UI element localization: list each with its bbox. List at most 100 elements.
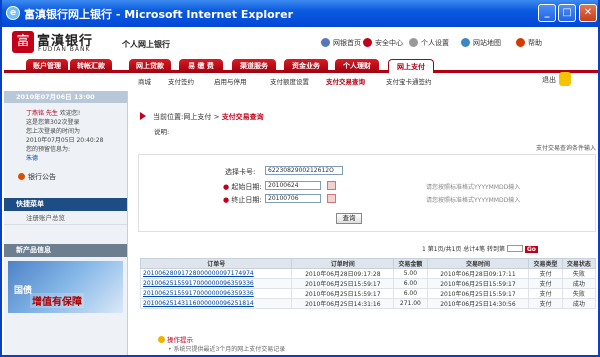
breadcrumb: 当前位置:网上支付 > 支付交易查询: [140, 112, 264, 122]
tab-online-payment[interactable]: 网上支付: [388, 59, 434, 73]
note-label: 说明:: [154, 128, 170, 136]
link-home[interactable]: 网银首页: [321, 38, 361, 48]
subnav-mall[interactable]: 商城: [138, 76, 151, 88]
pager: 1 第1页/共1页 总计4笔 转到第 Go: [422, 245, 538, 253]
cell: 2010年06月25日15:59:17: [291, 288, 395, 299]
bank-notice[interactable]: 银行公告: [4, 171, 127, 183]
tip-text: • 系统只提供最近3个月的网上支付交易记录: [168, 346, 286, 353]
tab-funds[interactable]: 资金业务: [284, 59, 328, 73]
speaker-icon: [18, 173, 25, 180]
cell: 支付: [528, 288, 563, 299]
promo-line2: 增值有保障: [30, 293, 84, 308]
cell: 支付: [528, 268, 563, 279]
maximize-button[interactable]: □: [558, 4, 576, 22]
cell: 5.00: [393, 268, 428, 279]
bank-logo-icon: 富: [12, 31, 34, 53]
tab-finance[interactable]: 个人理财: [335, 59, 379, 73]
user-info: 丁燕铭 先生 欢迎您! 这是您第302次登录 您上次登录的时间为 2010年07…: [4, 103, 127, 163]
close-button[interactable]: ✕: [579, 4, 597, 22]
cell: 2010年06月28日09:17:11: [426, 268, 530, 279]
page-title: 支付交易查询: [221, 113, 264, 121]
start-date-hint: 请您按照标准格式YYYYMMDD输入: [426, 184, 521, 191]
cell: 6.00: [393, 288, 428, 299]
link-help[interactable]: 帮助: [516, 38, 542, 48]
table-row: 20100625155917000000096359336 2010年06月25日…: [139, 278, 597, 289]
last-login-label: 您上次登录的时间为: [26, 128, 81, 135]
main-content: 当前位置:网上支付 > 支付交易查询 说明: 支付交易查询条件输入 选择卡号: …: [132, 91, 598, 355]
page-input[interactable]: [506, 245, 523, 252]
cell: 支付: [528, 298, 563, 309]
tab-channel[interactable]: 渠道服务: [232, 59, 276, 73]
tab-account[interactable]: 账户管理: [26, 59, 68, 73]
subnav-query[interactable]: 支付交易查询: [326, 76, 365, 88]
order-id-link[interactable]: 20100625155917000000096359336: [139, 288, 293, 299]
table-row: 20100625143116000000096251814 2010年06月25日…: [139, 298, 597, 309]
subnav-enable[interactable]: 启用与停用: [214, 76, 247, 88]
home-icon: [321, 38, 330, 47]
site-subtitle: 个人网上银行: [122, 40, 170, 49]
link-security[interactable]: 安全中心: [363, 38, 403, 48]
cell: 成功: [561, 278, 597, 289]
logout-icon[interactable]: [559, 72, 571, 86]
window-title: 富滇银行网上银行 - Microsoft Internet Explorer: [24, 8, 293, 21]
link-settings[interactable]: 个人设置: [409, 38, 449, 48]
quick-menu-title: 快捷菜单: [4, 198, 127, 211]
start-date-input[interactable]: 20100624: [265, 181, 321, 190]
col-order-time: 订单时间: [291, 258, 395, 269]
end-date-label: ● 终止日期:: [223, 196, 262, 204]
query-form: 选择卡号: 6223082900212612O ● 起始日期: 20100624…: [138, 154, 596, 232]
user-name: 丁燕铭 先生: [26, 110, 58, 117]
cell: 2010年06月25日14:31:16: [291, 298, 395, 309]
subnav-sign[interactable]: 支付签约: [168, 76, 194, 88]
last-login-time: 2010年07月05日 20:40:28: [26, 137, 104, 144]
link-sitemap[interactable]: 网站地图: [461, 38, 501, 48]
cell: 2010年06月25日14:30:56: [426, 298, 530, 309]
help-text: 支付交易查询条件输入: [535, 145, 596, 152]
tab-transfer[interactable]: 转帐汇款: [70, 59, 112, 73]
new-products-title: 新产品信息: [4, 244, 127, 257]
subnav-limit[interactable]: 支付额度设置: [270, 76, 309, 88]
cell: 支付: [528, 278, 563, 289]
order-id-link[interactable]: 20100625155917000000096359336: [139, 278, 293, 289]
col-type: 交易类型: [528, 258, 563, 269]
order-id-link[interactable]: 20100625143116000000096251814: [139, 298, 293, 309]
go-button[interactable]: Go: [524, 246, 538, 253]
col-amount: 交易金额: [393, 258, 428, 269]
card-select[interactable]: 6223082900212612O: [265, 166, 343, 175]
sitemap-icon: [461, 38, 470, 47]
title-bar: e 富滇银行网上银行 - Microsoft Internet Explorer…: [2, 0, 598, 27]
tip-title: 操作提示: [158, 334, 193, 344]
cell: 2010年06月25日15:59:17: [426, 288, 530, 299]
greeting: 欢迎您!: [59, 110, 81, 117]
subnav-alipay[interactable]: 支付宝卡通签约: [386, 76, 432, 88]
user-icon: [409, 38, 418, 47]
bank-name-en: FUDIAN BANK: [38, 46, 91, 53]
shield-icon: [363, 38, 372, 47]
promo-banner[interactable]: 国债 增值有保障: [8, 261, 123, 313]
cell: 2010年06月28日09:17:28: [291, 268, 395, 279]
cell: 失败: [561, 288, 597, 299]
card-label: 选择卡号:: [225, 168, 256, 176]
tab-loan[interactable]: 网上贷款: [129, 59, 171, 73]
sidebar-date: 2010年07月06日 13:00: [4, 91, 127, 103]
bank-header: 富 富滇银行 FUDIAN BANK 个人网上银行 网银首页 安全中心 个人设置…: [4, 27, 598, 57]
order-id-link[interactable]: 20100628091728000000097174974: [139, 268, 293, 279]
calendar-icon[interactable]: [327, 194, 336, 203]
minimize-button[interactable]: _: [538, 4, 556, 22]
end-date-input[interactable]: 20100706: [265, 194, 321, 203]
cell: 6.00: [393, 278, 428, 289]
table-header-row: 订单号 订单时间 交易金额 交易时间 交易类型 交易状态: [139, 258, 597, 269]
logout-link[interactable]: 退出: [542, 75, 556, 85]
arrow-icon: [140, 112, 150, 120]
query-button[interactable]: 查询: [336, 213, 362, 224]
cell: 失败: [561, 268, 597, 279]
tab-payment[interactable]: 易 缴 费: [179, 59, 223, 73]
sidebar: 2010年07月06日 13:00 丁燕铭 先生 欢迎您! 这是您第302次登录…: [4, 91, 128, 355]
calendar-icon[interactable]: [327, 181, 336, 190]
help-icon: [516, 38, 525, 47]
main-nav: 账户管理 转帐汇款 网上贷款 易 缴 费 渠道服务 资金业务 个人理财 网上支付: [4, 57, 598, 73]
quick-menu-item[interactable]: 注册账户总览: [4, 211, 127, 225]
table-row: 20100625155917000000096359336 2010年06月25日…: [139, 288, 597, 299]
col-trade-time: 交易时间: [426, 258, 530, 269]
browser-window: e 富滇银行网上银行 - Microsoft Internet Explorer…: [0, 0, 600, 357]
